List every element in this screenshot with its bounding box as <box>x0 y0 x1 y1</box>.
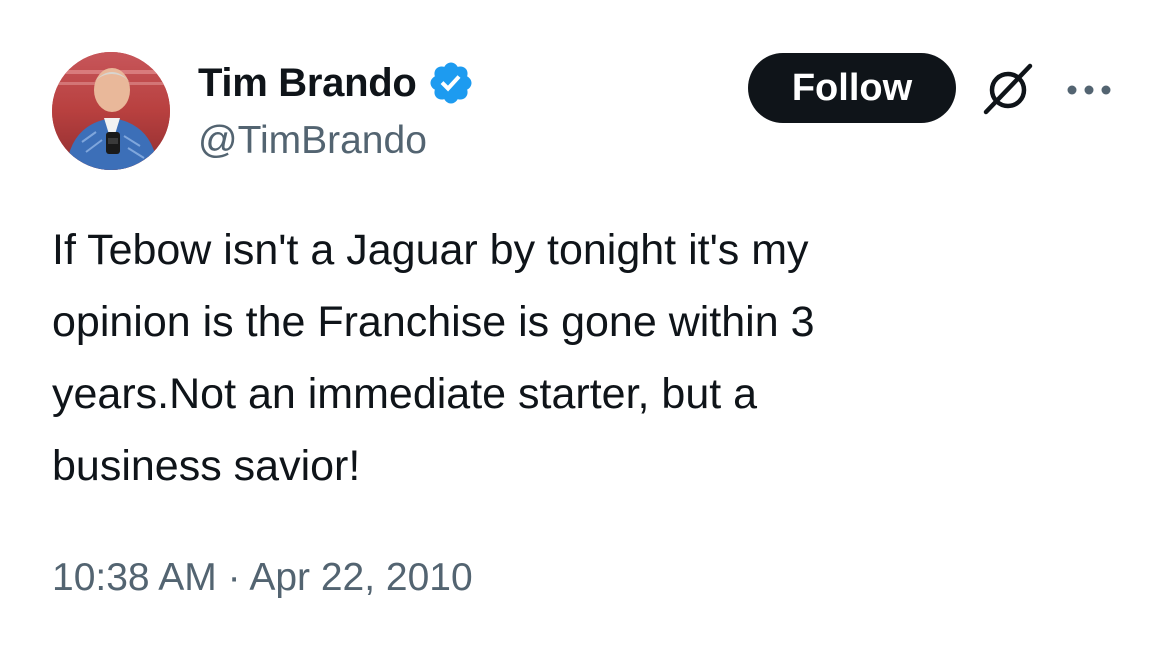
tweet-time[interactable]: 10:38 AM <box>52 556 217 599</box>
author-name-row: Tim Brando <box>198 60 475 106</box>
verified-badge-icon[interactable] <box>427 59 475 107</box>
more-options-icon[interactable] <box>1062 72 1116 108</box>
avatar[interactable] <box>52 52 170 170</box>
meta-separator: · <box>227 556 241 599</box>
tweet-text: If Tebow isn't a Jaguar by tonight it's … <box>52 226 815 490</box>
author-display-name[interactable]: Tim Brando <box>198 60 417 106</box>
follow-button[interactable]: Follow <box>748 53 956 123</box>
author-handle[interactable]: @TimBrando <box>198 118 427 164</box>
grok-icon[interactable] <box>980 60 1038 118</box>
tweet-timestamp[interactable]: 10:38 AM · Apr 22, 2010 <box>52 552 473 604</box>
avatar-image <box>52 52 170 170</box>
tweet-date[interactable]: Apr 22, 2010 <box>249 556 472 599</box>
tweet-card: Tim Brando @TimBrando Follow If Tebow is… <box>0 0 1169 658</box>
